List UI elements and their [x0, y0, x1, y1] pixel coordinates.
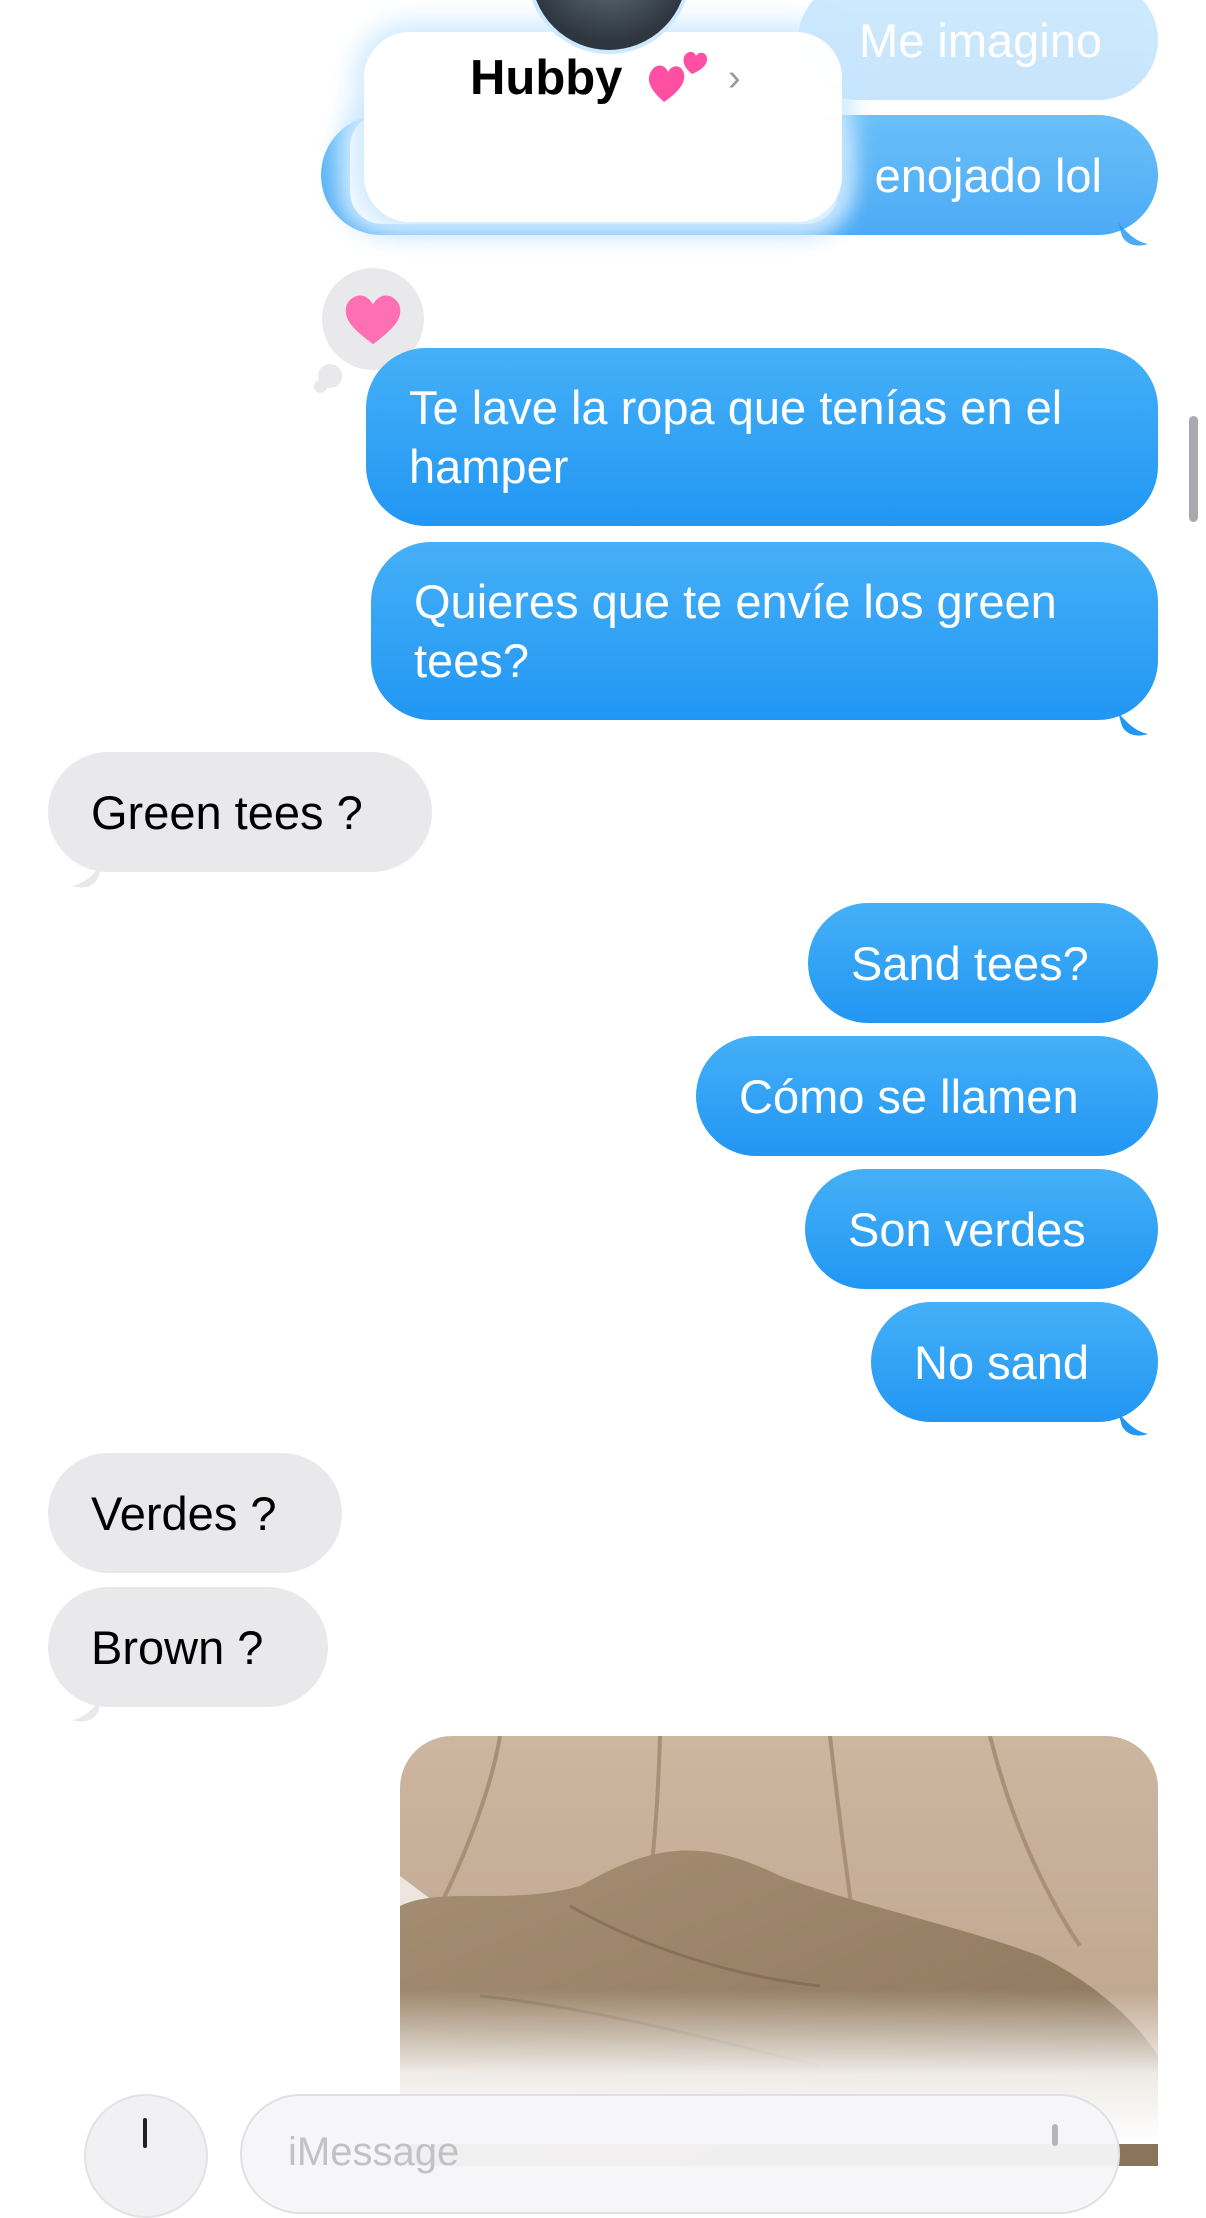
outgoing-message[interactable]: Son verdes	[805, 1169, 1158, 1289]
message-text: No sand	[914, 1335, 1090, 1389]
bubble-tail	[1118, 712, 1148, 736]
message-text: Green tees ?	[91, 785, 363, 839]
bubble-tail	[1118, 222, 1148, 246]
microphone-icon[interactable]	[1052, 2124, 1058, 2146]
message-text: Quieres que te envíe los green tees?	[414, 575, 1057, 687]
outgoing-message[interactable]: Quieres que te envíe los green tees?	[371, 542, 1158, 720]
message-input[interactable]: iMessage	[240, 2094, 1120, 2214]
message-input-placeholder: iMessage	[288, 2130, 460, 2174]
message-text: Cómo se llamen	[739, 1069, 1079, 1123]
two-hearts-emoji-icon	[648, 51, 708, 102]
contact-name[interactable]: Hubby	[470, 48, 622, 108]
tapback-tail-dot	[318, 364, 342, 388]
message-text: Sand tees?	[851, 936, 1089, 990]
message-text: Te lave la ropa que tenías en el hamper	[409, 381, 1063, 493]
message-text: Verdes ?	[91, 1486, 277, 1540]
message-text: enojado lol	[874, 148, 1102, 202]
incoming-message[interactable]: Verdes ?	[48, 1453, 342, 1573]
scrollbar[interactable]	[1189, 416, 1198, 522]
outgoing-message-faded[interactable]: Me imagino	[798, 0, 1158, 100]
message-text: Son verdes	[848, 1202, 1086, 1256]
add-attachment-button[interactable]	[84, 2094, 208, 2218]
incoming-message[interactable]: Brown ?	[48, 1587, 328, 1707]
outgoing-message[interactable]: No sand	[871, 1302, 1158, 1422]
bubble-tail	[72, 864, 102, 888]
bubble-tail	[1118, 1412, 1148, 1436]
outgoing-message[interactable]: Te lave la ropa que tenías en el hamper	[366, 348, 1158, 526]
bubble-tail	[72, 1698, 102, 1722]
message-text: Me imagino	[859, 13, 1102, 67]
outgoing-message[interactable]: Sand tees?	[808, 903, 1158, 1023]
heart-tapback-icon	[345, 295, 401, 345]
incoming-message[interactable]: Green tees ?	[48, 752, 432, 872]
outgoing-message[interactable]: Cómo se llamen	[696, 1036, 1158, 1156]
chevron-right-icon[interactable]: ›	[728, 54, 741, 102]
message-text: Brown ?	[91, 1620, 264, 1674]
